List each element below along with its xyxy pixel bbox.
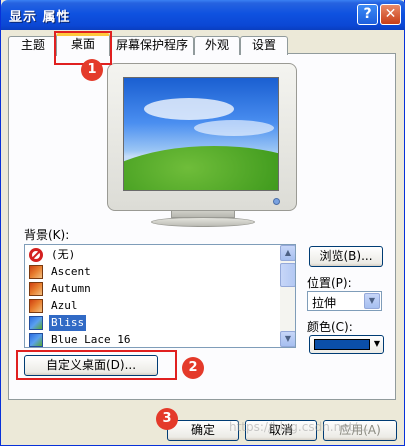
image-icon bbox=[29, 282, 43, 296]
help-button[interactable]: ? bbox=[357, 4, 378, 25]
watermark: https://blog.csdn.net/... bbox=[229, 420, 369, 434]
annotation-badge-3: 3 bbox=[156, 408, 178, 430]
chevron-down-icon: ▼ bbox=[373, 339, 380, 348]
color-swatch bbox=[314, 339, 370, 350]
monitor-preview bbox=[107, 63, 297, 211]
image-icon bbox=[29, 299, 43, 313]
background-list[interactable]: (无) Ascent Autumn Azul Bliss Blue Lace 1… bbox=[24, 244, 296, 348]
monitor-base bbox=[151, 217, 255, 227]
tab-screensaver[interactable]: 屏幕保护程序 bbox=[110, 36, 194, 55]
color-label: 颜色(C): bbox=[307, 320, 353, 334]
scroll-up-icon[interactable]: ▲ bbox=[280, 245, 295, 261]
image-icon bbox=[29, 333, 43, 347]
position-select[interactable]: 拉伸 ▼ bbox=[307, 291, 382, 311]
power-led-icon bbox=[273, 198, 280, 205]
background-label: 背景(K): bbox=[24, 228, 70, 242]
scroll-down-icon[interactable]: ▼ bbox=[280, 331, 295, 347]
list-item-selected[interactable]: Bliss bbox=[27, 315, 277, 332]
position-label: 位置(P): bbox=[307, 276, 352, 290]
close-button[interactable]: ✕ bbox=[380, 4, 401, 25]
window-title: 显示 属性 bbox=[9, 10, 71, 25]
list-item[interactable]: Blue Lace 16 bbox=[27, 332, 277, 347]
tab-themes[interactable]: 主题 bbox=[8, 36, 58, 55]
tab-appearance[interactable]: 外观 bbox=[194, 36, 240, 55]
wallpaper-preview bbox=[123, 77, 279, 191]
tab-desktop[interactable]: 桌面 bbox=[56, 33, 110, 56]
chevron-down-icon[interactable]: ▼ bbox=[364, 293, 380, 309]
scroll-thumb[interactable] bbox=[280, 263, 295, 287]
list-scrollbar[interactable]: ▲ ▼ bbox=[280, 245, 295, 347]
position-value: 拉伸 bbox=[312, 296, 337, 310]
annotation-badge-2: 2 bbox=[182, 357, 204, 379]
list-item[interactable]: Autumn bbox=[27, 281, 277, 298]
image-icon bbox=[29, 265, 43, 279]
list-item[interactable]: Ascent bbox=[27, 264, 277, 281]
annotation-badge-1: 1 bbox=[81, 59, 103, 81]
image-icon bbox=[29, 316, 43, 330]
annotation-box-customize bbox=[16, 350, 177, 380]
browse-button[interactable]: 浏览(B)... bbox=[309, 246, 383, 267]
list-item[interactable]: Azul bbox=[27, 298, 277, 315]
tab-settings[interactable]: 设置 bbox=[240, 36, 288, 55]
list-item[interactable]: (无) bbox=[27, 247, 277, 264]
none-icon bbox=[29, 248, 43, 262]
title-bar[interactable]: 显示 属性 ? ✕ bbox=[1, 0, 405, 30]
display-properties-window: 显示 属性 ? ✕ 主题 桌面 屏幕保护程序 外观 设置 背景(K): (无) … bbox=[0, 0, 405, 446]
color-picker-button[interactable]: ▼ bbox=[309, 335, 384, 354]
